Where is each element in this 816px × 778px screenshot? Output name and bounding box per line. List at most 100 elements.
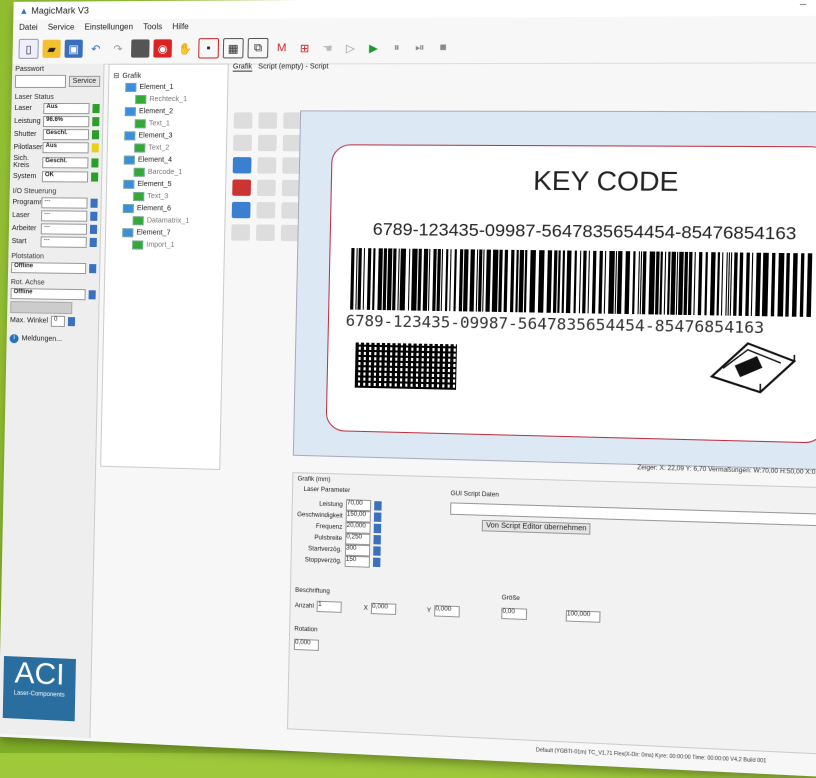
stop-icon[interactable] xyxy=(131,39,150,57)
tree-element[interactable]: Element_4 xyxy=(112,155,222,165)
tool-move-icon[interactable] xyxy=(233,157,252,173)
menu-item-hilfe[interactable]: Hilfe xyxy=(172,22,189,31)
grid-icon[interactable]: ⊞ xyxy=(295,39,314,57)
barcode-bar xyxy=(449,249,451,311)
tree-element[interactable]: Element_7 xyxy=(110,228,220,238)
tool-import-icon[interactable] xyxy=(232,202,251,218)
tree-root[interactable]: ⊟ Grafik xyxy=(113,72,223,80)
tool-ellipse-icon[interactable] xyxy=(233,135,252,151)
props-heading: Grafik (mm) xyxy=(297,476,330,483)
tool-text-icon[interactable] xyxy=(257,180,276,196)
step-icon[interactable]: ▷ xyxy=(341,39,360,58)
param-spinner[interactable] xyxy=(373,546,381,555)
tree-subitem[interactable]: Rechteck_1 xyxy=(113,95,223,104)
param-input[interactable]: 300 xyxy=(345,544,370,556)
count-input[interactable]: 1 xyxy=(317,601,342,613)
menu-item-tools[interactable]: Tools xyxy=(143,22,162,31)
param-spinner[interactable] xyxy=(373,535,381,544)
menu-item-einstellungen[interactable]: Einstellungen xyxy=(84,22,133,31)
barcode-bar xyxy=(777,253,784,317)
tab-grafik[interactable]: Grafik xyxy=(233,63,252,71)
barcode-bar xyxy=(640,251,642,314)
emergency-icon[interactable]: ◉ xyxy=(153,39,172,57)
menu-item-service[interactable]: Service xyxy=(48,22,75,31)
tool-grid-icon[interactable] xyxy=(234,112,253,128)
param-spinner[interactable] xyxy=(374,524,382,533)
pause-icon[interactable]: ⏸ xyxy=(387,38,406,57)
key-code-label[interactable]: KEY CODE 6789-123435-09987-5647835654454… xyxy=(326,144,816,443)
barcode-bar xyxy=(538,250,545,312)
tree-element[interactable]: Element_3 xyxy=(112,131,222,140)
window-controls: – □ ✕ xyxy=(800,0,816,11)
y-input[interactable]: 0,000 xyxy=(434,605,460,617)
save-icon[interactable]: ▣ xyxy=(64,40,82,58)
rect-tool-icon[interactable]: ▪ xyxy=(198,38,219,58)
rotation-input[interactable]: 0,000 xyxy=(294,639,319,651)
take-from-editor-button[interactable]: Von Script Editor übernehmen xyxy=(482,520,591,535)
param-input[interactable]: 70,00 xyxy=(346,499,371,511)
tool-user-icon[interactable] xyxy=(231,224,250,240)
param-input[interactable]: 20,000 xyxy=(345,522,370,534)
tree-subitem-label: Rechteck_1 xyxy=(149,96,187,103)
expand-icon[interactable]: ⊟ xyxy=(113,72,119,80)
tree-subitem-label: Text_2 xyxy=(148,145,169,152)
barcode-bar xyxy=(411,249,418,311)
play-icon[interactable]: ▶ xyxy=(364,39,383,58)
tree-element[interactable]: Element_2 xyxy=(113,107,223,116)
tree-element-label: Element_6 xyxy=(137,205,171,212)
tool-barcode-icon[interactable] xyxy=(232,179,251,195)
barcode-bar xyxy=(678,252,684,315)
open-folder-icon[interactable]: ▰ xyxy=(42,40,60,58)
tree-subitem[interactable]: Text_2 xyxy=(112,143,222,153)
rot-axis-row: Offline xyxy=(10,288,95,300)
password-field[interactable] xyxy=(15,75,66,88)
angle-input[interactable]: 0 xyxy=(51,316,65,327)
tool-line-icon[interactable] xyxy=(258,112,277,128)
status-value: OK xyxy=(42,171,88,182)
tree-subitem[interactable]: Import_1 xyxy=(110,240,220,250)
new-file-icon[interactable]: ▯ xyxy=(18,39,38,59)
undo-icon[interactable]: ↶ xyxy=(87,40,106,58)
param-spinner[interactable] xyxy=(373,558,381,567)
param-input[interactable]: 150 xyxy=(345,556,370,568)
layout-icon[interactable]: ▦ xyxy=(223,38,244,58)
param-input[interactable]: 150,00 xyxy=(346,511,371,523)
io-indicator xyxy=(90,212,97,221)
param-spinner[interactable] xyxy=(374,501,382,510)
tool-rect-icon[interactable] xyxy=(258,135,277,151)
tool-search-icon[interactable] xyxy=(257,157,276,173)
size-w-input[interactable]: 0,00 xyxy=(501,608,527,620)
tree-subitem[interactable]: Barcode_1 xyxy=(111,168,221,178)
element-icon xyxy=(124,131,135,140)
tree-subitem[interactable]: Text_3 xyxy=(111,192,221,202)
tab-script[interactable]: Script (empty) - Script xyxy=(258,63,328,71)
angle-spinner[interactable] xyxy=(68,317,75,326)
barcode-bar xyxy=(492,250,499,312)
design-canvas[interactable]: KEY CODE 6789-123435-09987-5647835654454… xyxy=(293,110,816,470)
x-input[interactable]: 0,000 xyxy=(371,603,396,615)
tool-bitmap-icon[interactable] xyxy=(256,224,275,241)
tool-matrix-icon[interactable] xyxy=(256,202,275,218)
stop-square-icon[interactable]: ■ xyxy=(433,38,452,57)
param-spinner[interactable] xyxy=(374,512,382,521)
tree-element[interactable]: Element_5 xyxy=(111,180,221,190)
menu-item-datei[interactable]: Datei xyxy=(19,22,38,31)
laser-status-heading: Laser Status xyxy=(15,94,100,101)
group-icon[interactable]: ⧉ xyxy=(247,38,268,58)
param-input[interactable]: 0,250 xyxy=(345,533,370,545)
tree-subitem[interactable]: Datamatrix_1 xyxy=(110,216,220,226)
minimize-icon[interactable]: – xyxy=(800,0,806,11)
step-pause-icon[interactable]: ⏯ xyxy=(410,38,429,57)
pointer-icon[interactable]: ✋ xyxy=(176,39,195,57)
tree-element[interactable]: Element_6 xyxy=(111,204,221,214)
barcode-bar xyxy=(453,249,456,311)
size-h-input[interactable]: 100,000 xyxy=(566,610,601,623)
tree-element[interactable]: Element_1 xyxy=(113,83,223,92)
redo-icon[interactable]: ↷ xyxy=(109,39,128,57)
service-button[interactable]: Service xyxy=(69,76,101,87)
messages-button[interactable]: Meldungen... xyxy=(22,335,63,343)
tree-subitem[interactable]: Text_1 xyxy=(112,119,222,128)
marker-icon[interactable]: M xyxy=(272,39,291,57)
hand-icon[interactable]: ☚ xyxy=(318,39,337,57)
properties-panel: Grafik (mm) Laser Parameter Leistung 70,0… xyxy=(287,472,816,755)
